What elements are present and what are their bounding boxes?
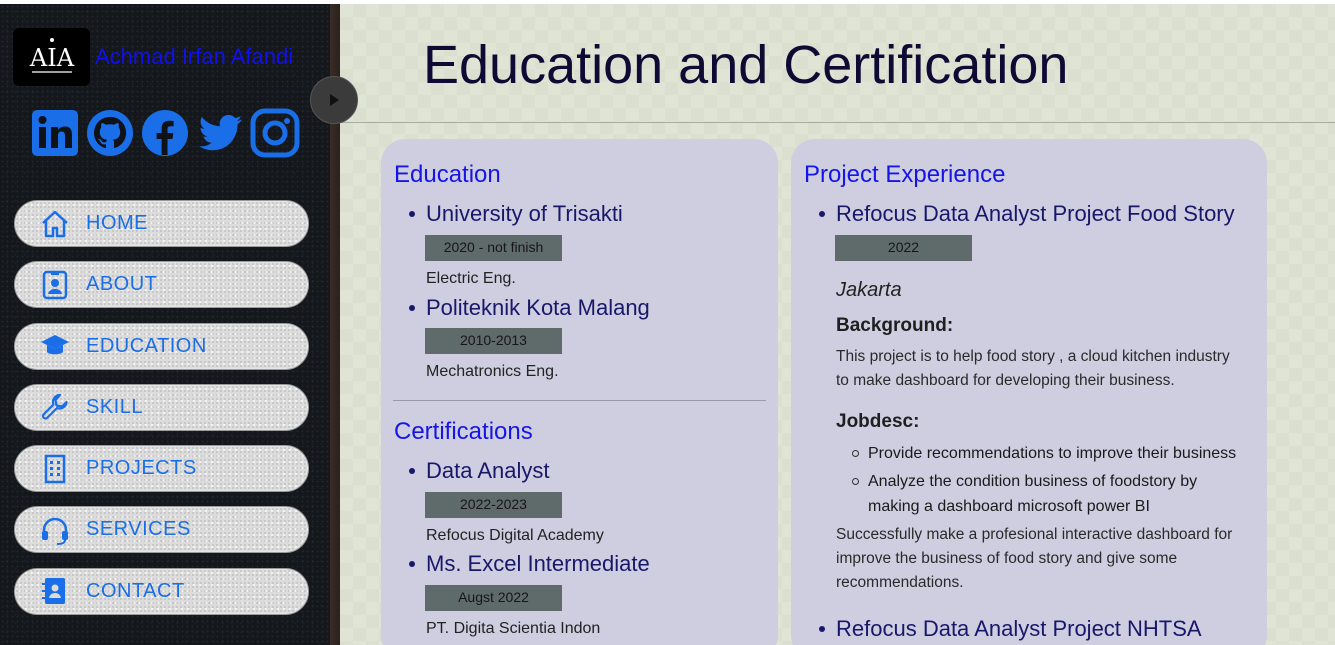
nav-label: PROJECTS <box>86 457 197 480</box>
year-badge: 2022 <box>835 235 972 261</box>
bullet <box>409 468 415 474</box>
bullet <box>409 305 415 311</box>
nav-label: SKILL <box>86 395 143 418</box>
nav-label: HOME <box>86 212 148 234</box>
education-heading: Education <box>394 161 501 188</box>
project-location: Jakarta <box>836 279 902 301</box>
project-card: Project Experience Refocus Data Analyst … <box>791 139 1267 645</box>
page-title: Education and Certification <box>423 35 1069 95</box>
year-badge: Augst 2022 <box>425 585 562 611</box>
main-nav: HOME ABOUT EDUCATION SKILL PROJECTS SERV… <box>14 200 309 629</box>
bullet <box>409 561 415 567</box>
nav-label: ABOUT <box>86 273 158 296</box>
contact-book-icon <box>39 575 71 607</box>
jobdesc-item: Analyze the condition business of foodst… <box>868 473 1198 490</box>
headset-icon <box>39 514 71 546</box>
home-icon <box>39 208 71 240</box>
sidebar-toggle-button[interactable] <box>310 76 358 124</box>
background-heading: Background: <box>836 315 954 336</box>
site-name-link[interactable]: Achmad Irfan Afandi <box>95 44 307 70</box>
sidebar: AIA Achmad Irfan Afandi HOME ABOUT EDUCA… <box>0 4 330 645</box>
github-icon[interactable] <box>85 108 135 158</box>
nav-item-services[interactable]: SERVICES <box>14 506 309 554</box>
nav-item-home[interactable]: HOME <box>14 200 309 247</box>
graduation-cap-icon <box>39 330 71 362</box>
title-divider <box>340 122 1335 123</box>
bullet <box>819 211 825 217</box>
play-icon <box>330 94 339 106</box>
background-text-line: This project is to help food story , a c… <box>836 348 1230 365</box>
wrench-icon <box>39 391 71 423</box>
nav-item-contact[interactable]: CONTACT <box>14 567 309 615</box>
year-badge: 2022-2023 <box>425 492 562 518</box>
project-item-title: Refocus Data Analyst Project NHTSA <box>836 616 1202 641</box>
main-content: Education and Certification Education Un… <box>340 4 1335 645</box>
nav-label: CONTACT <box>86 579 185 602</box>
twitter-icon[interactable] <box>195 108 245 158</box>
nav-item-skill[interactable]: SKILL <box>14 383 309 431</box>
sub-bullet <box>852 478 859 485</box>
education-item-title: Politeknik Kota Malang <box>426 295 650 320</box>
sub-bullet <box>852 450 859 457</box>
project-item-title: Refocus Data Analyst Project Food Story <box>836 201 1235 226</box>
person-badge-icon <box>39 269 71 301</box>
social-links <box>30 108 300 158</box>
jobdesc-item-cont: making a dashboard microsoft power BI <box>868 498 1150 515</box>
education-card: Education University of Trisakti 2020 - … <box>381 139 778 645</box>
bullet <box>409 211 415 217</box>
education-item-detail: Electric Eng. <box>426 270 516 287</box>
jobdesc-heading: Jobdesc: <box>836 411 920 432</box>
background-text-line: to make dashboard for developing their b… <box>836 372 1175 389</box>
site-logo[interactable]: AIA <box>13 28 90 86</box>
result-text-line: Successfully make a profesional interact… <box>836 526 1233 543</box>
svg-text:AIA: AIA <box>28 44 74 72</box>
instagram-icon[interactable] <box>250 108 300 158</box>
education-item-title: University of Trisakti <box>426 201 623 226</box>
bullet <box>819 626 825 632</box>
linkedin-icon[interactable] <box>30 108 80 158</box>
year-badge: 2020 - not finish <box>425 235 562 261</box>
education-item-detail: Mechatronics Eng. <box>426 363 559 380</box>
projects-heading: Project Experience <box>804 161 1006 188</box>
nav-item-education[interactable]: EDUCATION <box>14 322 309 370</box>
certification-item-detail: PT. Digita Scientia Indon <box>426 620 601 637</box>
nav-item-about[interactable]: ABOUT <box>14 261 309 309</box>
building-icon <box>39 453 71 485</box>
section-divider <box>393 400 766 401</box>
nav-label: SERVICES <box>86 518 191 541</box>
certifications-heading: Certifications <box>394 418 533 445</box>
logo-mark-icon: AIA <box>28 38 74 73</box>
jobdesc-item: Provide recommendations to improve their… <box>868 445 1237 462</box>
year-badge: 2010-2013 <box>425 328 562 354</box>
nav-item-projects[interactable]: PROJECTS <box>14 445 309 493</box>
nav-label: EDUCATION <box>86 334 207 357</box>
result-text-line: improve the business of food story and g… <box>836 550 1178 567</box>
result-text-line: recommendations. <box>836 574 964 591</box>
certification-item-title: Ms. Excel Intermediate <box>426 551 650 576</box>
certification-item-title: Data Analyst <box>426 458 550 483</box>
certification-item-detail: Refocus Digital Academy <box>426 527 604 544</box>
facebook-icon[interactable] <box>140 108 190 158</box>
